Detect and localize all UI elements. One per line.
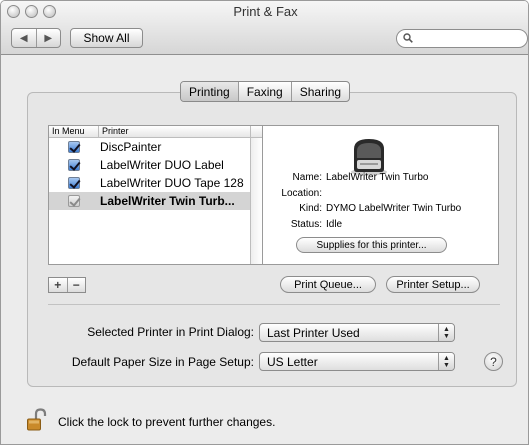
updown-arrows-icon: ▲ ▼ xyxy=(438,324,454,341)
name-label: Name: xyxy=(292,172,322,183)
print-fax-window: Print & Fax ◀ ▶ Show All Printing Faxing… xyxy=(0,0,529,445)
printer-row-duo-tape[interactable]: LabelWriter DUO Tape 128 xyxy=(49,174,262,192)
tab-bar: Printing Faxing Sharing xyxy=(180,81,351,102)
lock-open-icon[interactable] xyxy=(26,408,48,432)
printer-row-discpainter[interactable]: DiscPainter xyxy=(49,138,262,156)
status-value: Idle xyxy=(326,219,343,230)
updown-arrows-icon: ▲ ▼ xyxy=(438,353,454,370)
printer-setup-button[interactable]: Printer Setup... xyxy=(386,276,480,293)
paper-size-value: US Letter xyxy=(267,354,318,369)
status-label: Status: xyxy=(290,219,322,230)
printer-name: LabelWriter DUO Tape 128 xyxy=(100,176,244,190)
help-button[interactable]: ? xyxy=(484,352,503,371)
in-menu-checkbox[interactable] xyxy=(68,159,80,171)
add-printer-button[interactable]: + xyxy=(49,278,67,292)
printer-location-field: Location: xyxy=(266,188,326,199)
printer-list-scrollbar[interactable] xyxy=(250,138,262,264)
kind-value: DYMO LabelWriter Twin Turbo xyxy=(326,203,462,214)
add-remove-control: + − xyxy=(48,277,86,293)
in-menu-checkbox[interactable] xyxy=(68,141,80,153)
paper-size-popup[interactable]: US Letter ▲ ▼ xyxy=(259,352,455,371)
window-title: Print & Fax xyxy=(233,4,298,19)
back-arrow-icon[interactable]: ◀ xyxy=(12,29,36,47)
printer-row-twin-turbo[interactable]: LabelWriter Twin Turb... xyxy=(49,192,262,210)
print-queue-button[interactable]: Print Queue... xyxy=(280,276,376,293)
printer-name-field: Name: LabelWriter Twin Turbo xyxy=(266,172,429,183)
search-icon xyxy=(403,33,413,43)
kind-label: Kind: xyxy=(299,203,322,214)
printer-name: DiscPainter xyxy=(100,140,162,154)
printer-row-duo-label[interactable]: LabelWriter DUO Label xyxy=(49,156,262,174)
printer-name: LabelWriter DUO Label xyxy=(100,158,224,172)
paper-size-label: Default Paper Size in Page Setup: xyxy=(71,355,254,369)
remove-printer-button[interactable]: − xyxy=(66,278,86,292)
printer-name: LabelWriter Twin Turb... xyxy=(100,194,235,208)
tab-printing[interactable]: Printing xyxy=(181,82,238,101)
selected-printer-value: Last Printer Used xyxy=(267,325,360,340)
label-printer-icon xyxy=(351,139,387,176)
printer-list: In Menu Printer DiscPainter LabelWriter … xyxy=(48,125,263,265)
tab-sharing[interactable]: Sharing xyxy=(290,82,349,101)
tab-faxing[interactable]: Faxing xyxy=(237,82,291,101)
in-menu-checkbox[interactable] xyxy=(68,177,80,189)
printer-status-field: Status: Idle xyxy=(266,219,342,230)
column-header-in-menu[interactable]: In Menu xyxy=(49,126,99,137)
show-all-button[interactable]: Show All xyxy=(70,28,143,48)
in-menu-checkbox[interactable] xyxy=(68,195,80,207)
lock-message: Click the lock to prevent further change… xyxy=(58,415,276,429)
column-header-end xyxy=(250,126,262,138)
printer-kind-field: Kind: DYMO LabelWriter Twin Turbo xyxy=(266,203,461,214)
selected-printer-label: Selected Printer in Print Dialog: xyxy=(87,325,254,339)
name-value: LabelWriter Twin Turbo xyxy=(326,172,429,183)
column-header-printer[interactable]: Printer xyxy=(99,126,129,137)
selected-printer-popup[interactable]: Last Printer Used ▲ ▼ xyxy=(259,323,455,342)
printer-details-panel: Name: LabelWriter Twin Turbo Location: Ki… xyxy=(263,125,499,265)
divider xyxy=(48,304,500,305)
search-field[interactable] xyxy=(396,29,528,48)
printer-list-header: In Menu Printer xyxy=(49,126,262,138)
location-label: Location: xyxy=(281,188,322,199)
forward-arrow-icon[interactable]: ▶ xyxy=(35,29,61,47)
supplies-button[interactable]: Supplies for this printer... xyxy=(296,237,447,253)
back-forward-control: ◀ ▶ xyxy=(11,28,61,48)
window-toolbar: Print & Fax ◀ ▶ Show All xyxy=(1,1,528,55)
